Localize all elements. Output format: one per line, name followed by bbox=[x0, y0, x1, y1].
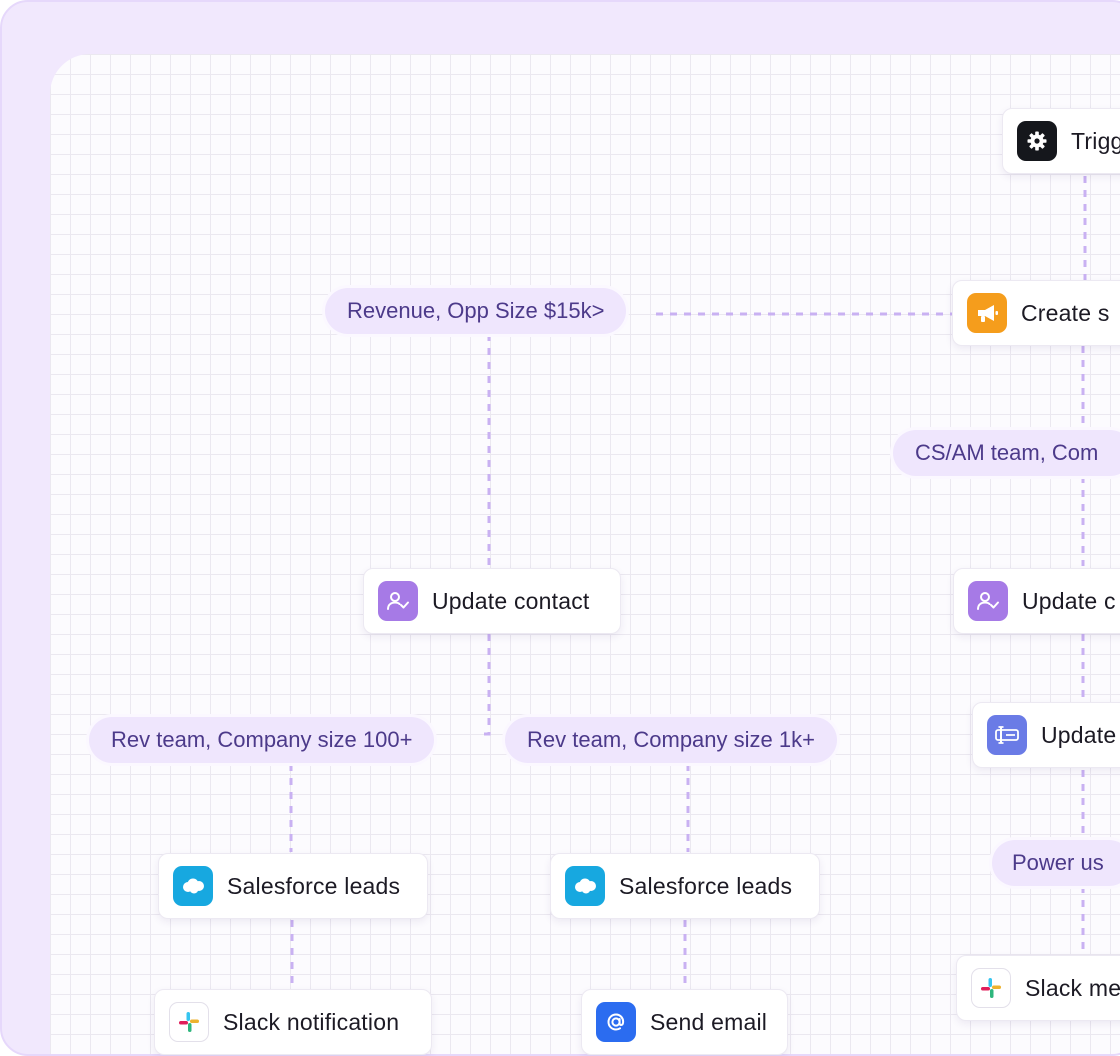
send-email-node-label: Send email bbox=[650, 1008, 768, 1035]
salesforce-icon bbox=[565, 866, 605, 906]
slack-message-node[interactable]: Slack me bbox=[956, 955, 1120, 1021]
salesforce-leads-node-1-label: Salesforce leads bbox=[227, 872, 401, 899]
update-field-node-label: Update bbox=[1041, 721, 1117, 748]
condition-cs-am-label: CS/AM team, Com bbox=[915, 440, 1099, 465]
condition-power-users-pill[interactable]: Power us bbox=[992, 840, 1120, 886]
slack-message-node-label: Slack me bbox=[1025, 974, 1120, 1001]
update-field-node[interactable]: Update bbox=[972, 702, 1120, 768]
user-check-icon bbox=[378, 581, 418, 621]
create-step-node[interactable]: Create s bbox=[952, 280, 1120, 346]
update-contact-node[interactable]: Update contact bbox=[363, 568, 621, 634]
text-field-icon bbox=[987, 715, 1027, 755]
condition-revenue-pill[interactable]: Revenue, Opp Size $15k> bbox=[325, 288, 627, 334]
trigger-node[interactable]: Trigg bbox=[1002, 108, 1120, 174]
salesforce-leads-node-1[interactable]: Salesforce leads bbox=[158, 853, 428, 919]
at-sign-icon bbox=[596, 1002, 636, 1042]
salesforce-leads-node-2-label: Salesforce leads bbox=[619, 872, 793, 899]
update-contact-right-node[interactable]: Update c bbox=[953, 568, 1120, 634]
condition-revenue-label: Revenue, Opp Size $15k> bbox=[347, 298, 605, 323]
salesforce-leads-node-2[interactable]: Salesforce leads bbox=[550, 853, 820, 919]
megaphone-icon bbox=[967, 293, 1007, 333]
send-email-node[interactable]: Send email bbox=[581, 989, 788, 1055]
slack-icon bbox=[169, 1002, 209, 1042]
condition-cs-am-pill[interactable]: CS/AM team, Com bbox=[893, 430, 1120, 476]
update-contact-node-label: Update contact bbox=[432, 587, 590, 614]
condition-rev-team-100-pill[interactable]: Rev team, Company size 100+ bbox=[89, 717, 435, 763]
condition-rev-team-1k-pill[interactable]: Rev team, Company size 1k+ bbox=[505, 717, 837, 763]
slack-notification-node-label: Slack notification bbox=[223, 1008, 400, 1035]
update-contact-right-node-label: Update c bbox=[1022, 587, 1116, 614]
trigger-node-label: Trigg bbox=[1071, 127, 1120, 154]
user-check-icon bbox=[968, 581, 1008, 621]
slack-notification-node[interactable]: Slack notification bbox=[154, 989, 432, 1055]
create-step-node-label: Create s bbox=[1021, 299, 1110, 326]
salesforce-icon bbox=[173, 866, 213, 906]
gear-icon bbox=[1017, 121, 1057, 161]
condition-rev-team-1k-label: Rev team, Company size 1k+ bbox=[527, 727, 815, 752]
condition-power-users-label: Power us bbox=[1012, 850, 1104, 875]
slack-icon bbox=[971, 968, 1011, 1008]
condition-rev-team-100-label: Rev team, Company size 100+ bbox=[111, 727, 413, 752]
